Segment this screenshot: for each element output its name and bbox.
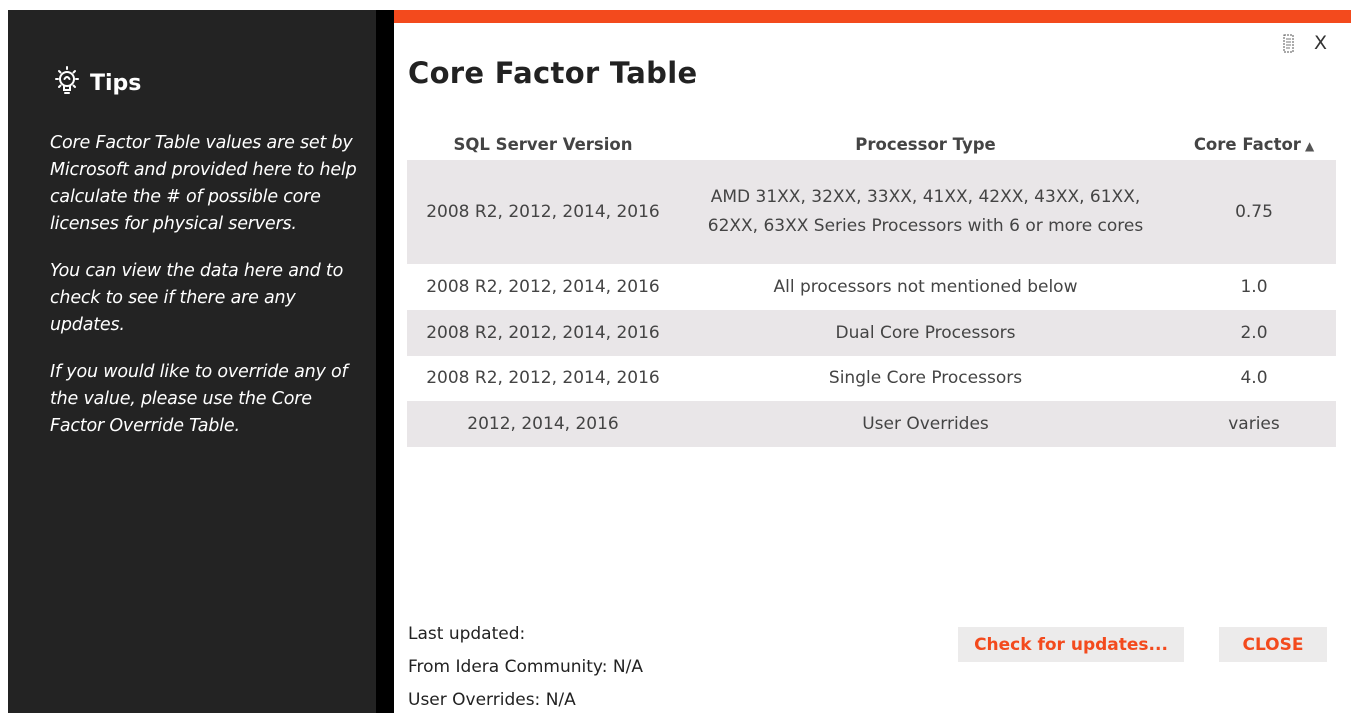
lightbulb-icon <box>50 64 84 102</box>
panel-divider <box>376 10 396 713</box>
tips-paragraph: If you would like to override any of the… <box>50 362 348 436</box>
tips-header: Tips <box>50 64 141 102</box>
last-updated-label: Last updated: <box>408 624 526 644</box>
document-icon[interactable] <box>1282 34 1296 54</box>
table-header: SQL Server Version Processor Type Core F… <box>407 128 1336 160</box>
check-for-updates-button[interactable]: Check for updates... <box>958 627 1184 662</box>
table-row[interactable]: 2008 R2, 2012, 2014, 2016 Dual Core Proc… <box>407 310 1336 356</box>
cell-factor: 1.0 <box>1240 276 1268 297</box>
header-sql-server-version[interactable]: SQL Server Version <box>407 135 679 154</box>
dialog-title: Core Factor Table <box>408 56 698 90</box>
cell-version: 2008 R2, 2012, 2014, 2016 <box>426 368 660 388</box>
cell-version: 2008 R2, 2012, 2014, 2016 <box>426 322 660 343</box>
window-edge <box>0 0 8 713</box>
close-icon[interactable]: X <box>1314 32 1327 54</box>
cell-processor: User Overrides <box>862 413 989 434</box>
cell-version: 2008 R2, 2012, 2014, 2016 <box>426 201 660 222</box>
tips-panel: Tips Core Factor Table values are set by… <box>8 10 394 713</box>
core-factor-dialog: Core Factor Table X SQL Server Version P… <box>394 10 1351 713</box>
sort-ascending-icon: ▲ <box>1304 138 1315 153</box>
header-core-factor[interactable]: Core Factor ▲ <box>1172 135 1336 154</box>
table-row[interactable]: 2008 R2, 2012, 2014, 2016 All processors… <box>407 264 1336 310</box>
cell-version: 2012, 2014, 2016 <box>467 413 619 434</box>
table-row[interactable]: 2008 R2, 2012, 2014, 2016 Single Core Pr… <box>407 356 1336 401</box>
tips-body: Core Factor Table values are set by Micr… <box>50 130 370 460</box>
table-row[interactable]: 2008 R2, 2012, 2014, 2016 AMD 31XX, 32XX… <box>407 160 1336 264</box>
community-status: From Idera Community: N/A <box>408 657 643 677</box>
update-info: Last updated: From Idera Community: N/A … <box>408 618 643 713</box>
tips-paragraph: Core Factor Table values are set by Micr… <box>50 133 357 234</box>
close-button[interactable]: CLOSE <box>1219 627 1327 662</box>
accent-bar <box>394 10 1351 23</box>
cell-factor: 2.0 <box>1240 322 1268 343</box>
cell-factor: 0.75 <box>1235 201 1273 222</box>
cell-processor: AMD 31XX, 32XX, 33XX, 41XX, 42XX, 43XX, … <box>707 187 1144 236</box>
cell-processor: Dual Core Processors <box>835 322 1016 343</box>
tips-title: Tips <box>90 70 142 96</box>
cell-factor: 4.0 <box>1240 368 1268 388</box>
cell-processor: Single Core Processors <box>828 368 1023 388</box>
user-overrides-status: User Overrides: N/A <box>408 690 576 710</box>
tips-paragraph: You can view the data here and to check … <box>50 261 344 335</box>
cell-processor: All processors not mentioned below <box>773 276 1078 297</box>
header-core-factor-label: Core Factor <box>1193 134 1301 154</box>
cell-version: 2008 R2, 2012, 2014, 2016 <box>426 276 660 297</box>
cell-factor: varies <box>1228 413 1280 434</box>
header-processor-type[interactable]: Processor Type <box>679 135 1172 154</box>
core-factor-table: SQL Server Version Processor Type Core F… <box>407 128 1336 447</box>
table-row[interactable]: 2012, 2014, 2016 User Overrides varies <box>407 401 1336 447</box>
